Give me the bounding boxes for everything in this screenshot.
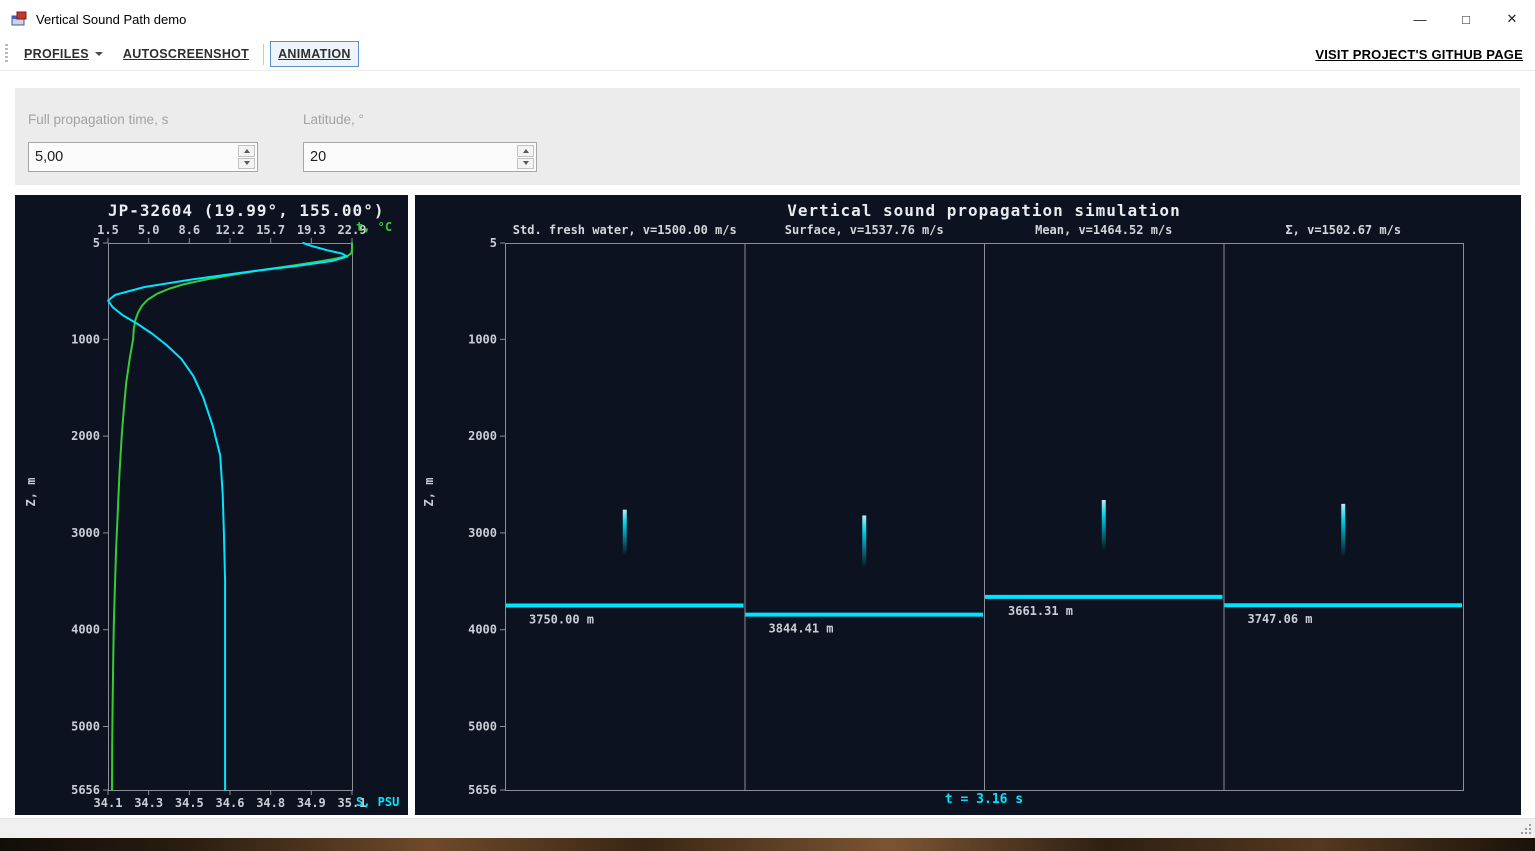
svg-text:3844.41 m: 3844.41 m bbox=[769, 622, 834, 636]
triangle-down-icon bbox=[243, 161, 250, 166]
svg-text:15.7: 15.7 bbox=[256, 223, 285, 237]
github-page-link[interactable]: VISIT PROJECT'S GITHUB PAGE bbox=[1315, 47, 1523, 62]
svg-text:5.0: 5.0 bbox=[138, 223, 160, 237]
salinity-axis-label: S, PSU bbox=[356, 795, 400, 809]
minimize-button[interactable]: — bbox=[1397, 0, 1443, 38]
latitude-label: Latitude, ° bbox=[303, 112, 364, 127]
svg-text:5000: 5000 bbox=[71, 720, 100, 734]
menu-autoscreenshot-label: AUTOSCREENSHOT bbox=[122, 47, 250, 61]
panel-header-mean: Mean, v=1464.52 m/s bbox=[1035, 223, 1173, 237]
svg-text:5656: 5656 bbox=[468, 783, 497, 797]
svg-text:3661.31 m: 3661.31 m bbox=[1008, 604, 1073, 618]
svg-text:5: 5 bbox=[93, 236, 100, 250]
spin-up-button[interactable] bbox=[517, 145, 534, 157]
triangle-up-icon bbox=[243, 148, 250, 153]
simulation-panel-headers: Std. fresh water, v=1500.00 m/s Surface,… bbox=[505, 223, 1463, 237]
simulation-depth-axis-label: Z, m bbox=[422, 477, 436, 507]
svg-text:34.6: 34.6 bbox=[216, 796, 245, 810]
panel-header-surface: Surface, v=1537.76 m/s bbox=[784, 223, 944, 237]
svg-text:5: 5 bbox=[490, 236, 497, 250]
menu-profiles[interactable]: PROFILES bbox=[16, 41, 111, 67]
menu-animation[interactable]: ANIMATION bbox=[270, 41, 359, 67]
menu-autoscreenshot[interactable]: AUTOSCREENSHOT bbox=[115, 41, 257, 67]
svg-text:5656: 5656 bbox=[71, 783, 100, 797]
propagation-time-spinner bbox=[238, 143, 257, 171]
spin-down-button[interactable] bbox=[517, 157, 534, 169]
latitude-spinner bbox=[517, 143, 536, 171]
svg-text:34.3: 34.3 bbox=[134, 796, 163, 810]
propagation-time-stepper bbox=[28, 142, 258, 172]
triangle-down-icon bbox=[522, 161, 529, 166]
simulation-chart-title: Vertical sound propagation simulation bbox=[787, 201, 1181, 220]
simulation-time-label: t = 3.16 s bbox=[944, 792, 1024, 807]
svg-text:2000: 2000 bbox=[468, 429, 497, 443]
titlebar[interactable]: Vertical Sound Path demo — □ ✕ bbox=[0, 0, 1535, 38]
svg-text:4000: 4000 bbox=[71, 623, 100, 637]
latitude-stepper bbox=[303, 142, 537, 172]
svg-text:8.6: 8.6 bbox=[178, 223, 200, 237]
svg-text:5000: 5000 bbox=[468, 720, 497, 734]
temperature-axis-label: t, °C bbox=[356, 220, 393, 234]
svg-text:3750.00 m: 3750.00 m bbox=[529, 613, 594, 627]
window-controls: — □ ✕ bbox=[1397, 0, 1535, 38]
svg-text:3747.06 m: 3747.06 m bbox=[1248, 612, 1313, 626]
profile-chart-title: JP-32604 (19.99°, 155.00°) bbox=[108, 201, 385, 220]
menu-animation-label: ANIMATION bbox=[278, 47, 351, 61]
svg-text:34.1: 34.1 bbox=[94, 796, 123, 810]
svg-text:3000: 3000 bbox=[71, 526, 100, 540]
close-button[interactable]: ✕ bbox=[1489, 0, 1535, 38]
parameters-panel: Full propagation time, s Latitude, ° bbox=[15, 88, 1520, 185]
svg-text:1.5: 1.5 bbox=[97, 223, 119, 237]
svg-text:3000: 3000 bbox=[468, 526, 497, 540]
resize-grip[interactable] bbox=[1520, 823, 1532, 835]
status-bar bbox=[0, 818, 1535, 838]
app-icon bbox=[11, 11, 27, 26]
profile-chart-panel: 5 1000 2000 3000 4000 5000 5656 1.5 5.0 8.6 12.2 15… bbox=[15, 195, 408, 815]
svg-text:34.9: 34.9 bbox=[297, 796, 326, 810]
latitude-input[interactable] bbox=[304, 143, 517, 171]
svg-text:34.8: 34.8 bbox=[256, 796, 285, 810]
maximize-button[interactable]: □ bbox=[1443, 0, 1489, 38]
desktop-wallpaper-strip bbox=[0, 838, 1535, 851]
toolbar-separator bbox=[263, 43, 265, 65]
panel-header-sigma: Σ, v=1502.67 m/s bbox=[1285, 223, 1402, 237]
chevron-down-icon bbox=[94, 52, 103, 56]
svg-text:4000: 4000 bbox=[468, 623, 497, 637]
spin-down-button[interactable] bbox=[238, 157, 255, 169]
profile-chart-canvas: 5 1000 2000 3000 4000 5000 5656 1.5 5.0 8.6 12.2 15… bbox=[71, 223, 366, 810]
propagation-time-input[interactable] bbox=[29, 143, 238, 171]
svg-text:2000: 2000 bbox=[71, 429, 100, 443]
panel-header-fresh-water: Std. fresh water, v=1500.00 m/s bbox=[512, 223, 737, 237]
svg-text:1000: 1000 bbox=[71, 332, 100, 346]
svg-text:1000: 1000 bbox=[468, 332, 497, 346]
toolbar-grip[interactable] bbox=[5, 44, 8, 64]
window-title: Vertical Sound Path demo bbox=[36, 11, 187, 27]
spin-up-button[interactable] bbox=[238, 145, 255, 157]
menu-profiles-label: PROFILES bbox=[24, 47, 89, 61]
profile-depth-axis-label: Z, m bbox=[24, 477, 38, 507]
toolbar: PROFILES AUTOSCREENSHOT ANIMATION VISIT … bbox=[0, 38, 1535, 71]
svg-text:19.3: 19.3 bbox=[297, 223, 326, 237]
propagation-time-label: Full propagation time, s bbox=[28, 112, 169, 127]
svg-text:12.2: 12.2 bbox=[216, 223, 245, 237]
simulation-chart-canvas: 5 1000 2000 3000 4000 5000 5656 3750.00 m 3844.4… bbox=[468, 236, 1464, 797]
svg-text:34.5: 34.5 bbox=[175, 796, 204, 810]
triangle-up-icon bbox=[522, 148, 529, 153]
simulation-chart-panel: 5 1000 2000 3000 4000 5000 5656 3750.00 m 3844.4… bbox=[415, 195, 1521, 815]
